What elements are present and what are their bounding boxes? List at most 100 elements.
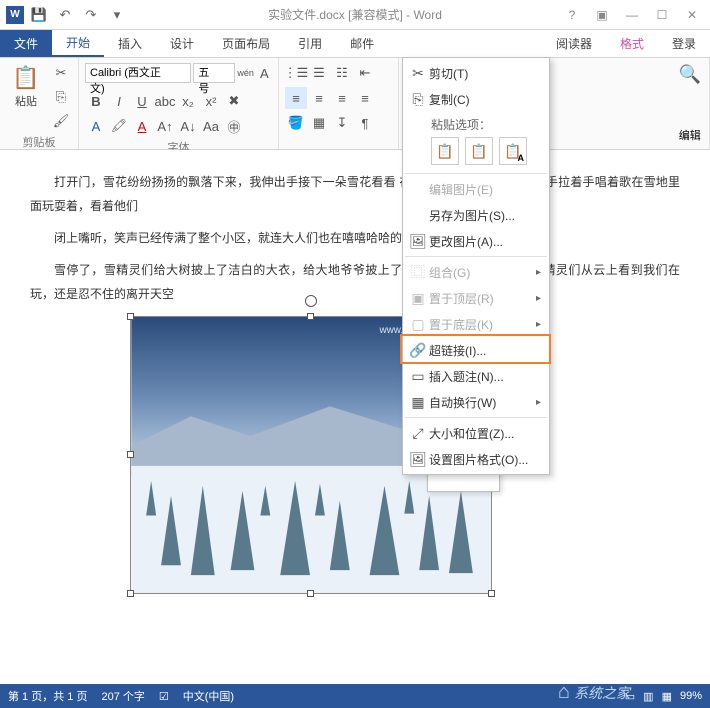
clear-formatting-button[interactable]: ✖ (223, 90, 245, 112)
close-button[interactable]: ✕ (680, 4, 704, 26)
copy-button[interactable]: ⎘ (50, 86, 72, 108)
tab-home[interactable]: 开始 (52, 30, 104, 57)
find-icon[interactable]: 🔍 (679, 64, 701, 85)
page-indicator[interactable]: 第 1 页，共 1 页 (8, 688, 87, 704)
undo-button[interactable]: ↶ (54, 4, 76, 26)
menu-hyperlink[interactable]: 🔗超链接(I)... (403, 337, 549, 363)
cut-button[interactable]: ✂ (50, 62, 72, 84)
menu-edit-picture: 编辑图片(E) (403, 176, 549, 202)
justify-button[interactable]: ≡ (354, 87, 376, 109)
menu-insert-caption[interactable]: ▭插入题注(N)... (403, 363, 549, 389)
align-center-button[interactable]: ≡ (308, 87, 330, 109)
tab-design[interactable]: 设计 (156, 30, 208, 57)
window-title: 实验文件.docx [兼容模式] - Word (268, 6, 442, 23)
word-count[interactable]: 207 个字 (101, 688, 144, 704)
menu-send-to-back: ▢置于底层(K)▸ (403, 311, 549, 337)
document-area[interactable]: 打开门，雪花纷纷扬扬的飘落下来，我伸出手接下一朵雪花看看 在我的手掌之中。小孩子… (0, 150, 710, 684)
menu-size-position[interactable]: ⤢大小和位置(Z)... (403, 420, 549, 446)
paste-icon: 📋 (12, 65, 39, 91)
caption-icon: ▭ (407, 368, 429, 385)
zoom-level[interactable]: 99% (680, 690, 702, 702)
font-color-button[interactable]: A (131, 115, 153, 137)
paste-options-label: 粘贴选项： (403, 112, 549, 135)
paragraph: 闭上嘴听，笑声已经传满了整个小区，就连大人们也在嘻嘻哈哈的 (30, 226, 680, 250)
language-indicator[interactable]: 中文(中国) (183, 688, 234, 704)
copy-icon: ⎘ (407, 91, 429, 108)
maximize-button[interactable]: ☐ (650, 4, 674, 26)
menu-change-picture[interactable]: 🖼更改图片(A)... (403, 228, 549, 254)
paste-button[interactable]: 📋 粘贴 (6, 62, 46, 112)
resize-handle-se[interactable] (488, 590, 495, 597)
rotate-handle[interactable] (305, 295, 317, 307)
subscript-button[interactable]: x₂ (177, 90, 199, 112)
app-icon: W (6, 6, 24, 24)
menu-wrap-text[interactable]: ▦自动换行(W)▸ (403, 389, 549, 415)
tab-layout[interactable]: 页面布局 (208, 30, 284, 57)
tab-reader[interactable]: 阅读器 (542, 30, 606, 57)
format-icon: 🖼 (407, 451, 429, 468)
phonetic-guide-button[interactable]: A (257, 62, 272, 84)
paste-option-text-only[interactable]: A (499, 137, 527, 165)
paragraph: 雪停了，雪精灵们给大树披上了洁白的大衣，给大地爷爷披上了一 了雪白的美丽极了！雪… (30, 258, 680, 306)
bring-front-icon: ▣ (407, 290, 429, 307)
paste-option-picture[interactable] (465, 137, 493, 165)
numbering-button[interactable]: ☰ (308, 62, 330, 84)
document-body: 打开门，雪花纷纷扬扬的飘落下来，我伸出手接下一朵雪花看看 在我的手掌之中。小孩子… (30, 170, 680, 306)
sort-button[interactable]: ↧ (331, 112, 353, 134)
tab-format[interactable]: 格式 (606, 30, 658, 57)
font-name-select[interactable]: Calibri (西文正文) (85, 63, 191, 83)
format-painter-button[interactable]: 🖌 (50, 110, 72, 132)
multilevel-button[interactable]: ☷ (331, 62, 353, 84)
grow-font-button[interactable]: A↑ (154, 115, 176, 137)
align-left-button[interactable]: ≡ (285, 87, 307, 109)
menu-save-as-picture[interactable]: 另存为图片(S)... (403, 202, 549, 228)
shading-button[interactable]: 🪣 (285, 112, 307, 134)
change-case-button[interactable]: Aa (200, 115, 222, 137)
help-button[interactable]: ? (560, 4, 584, 26)
italic-button[interactable]: I (108, 90, 130, 112)
shrink-font-button[interactable]: A↓ (177, 115, 199, 137)
highlight-button[interactable]: 🖍 (108, 115, 130, 137)
qat-customize[interactable]: ▾ (106, 4, 128, 26)
resize-handle-nw[interactable] (127, 313, 134, 320)
resize-handle-s[interactable] (307, 590, 314, 597)
show-marks-button[interactable]: ¶ (354, 112, 376, 134)
web-layout-button[interactable]: ▦ (662, 690, 672, 703)
wen-button[interactable]: wén (237, 62, 255, 84)
ribbon-options-button[interactable]: ▣ (590, 4, 614, 26)
resize-handle-n[interactable] (307, 313, 314, 320)
group-clipboard: 📋 粘贴 ✂ ⎘ 🖌 剪贴板 (0, 58, 79, 149)
send-back-icon: ▢ (407, 316, 429, 333)
align-right-button[interactable]: ≡ (331, 87, 353, 109)
ribbon: 📋 粘贴 ✂ ⎘ 🖌 剪贴板 Calibri (西文正文) 五号 wén A B… (0, 58, 710, 150)
context-menu: ✂剪切(T) ⎘复制(C) 粘贴选项： A 编辑图片(E) 另存为图片(S)..… (402, 57, 550, 475)
resize-handle-w[interactable] (127, 451, 134, 458)
group-font: Calibri (西文正文) 五号 wén A B I U abc x₂ x² … (79, 58, 279, 149)
spell-check-icon[interactable]: ☑ (159, 690, 169, 703)
enclose-char-button[interactable]: ㊥ (223, 115, 245, 137)
tab-insert[interactable]: 插入 (104, 30, 156, 57)
menu-cut[interactable]: ✂剪切(T) (403, 60, 549, 86)
decrease-indent-button[interactable]: ⇤ (354, 62, 376, 84)
borders-button[interactable]: ▦ (308, 112, 330, 134)
tab-file[interactable]: 文件 (0, 30, 52, 57)
menu-format-picture[interactable]: 🖼设置图片格式(O)... (403, 446, 549, 472)
tab-references[interactable]: 引用 (284, 30, 336, 57)
print-layout-button[interactable]: ▥ (643, 690, 653, 703)
menu-bring-to-front: ▣置于顶层(R)▸ (403, 285, 549, 311)
group-paragraph: ⋮☰ ☰ ☷ ⇤ ≡ ≡ ≡ ≡ 🪣 ▦ ↧ ¶ (279, 58, 399, 149)
text-effects-button[interactable]: A (85, 115, 107, 137)
paste-option-keep-formatting[interactable] (431, 137, 459, 165)
resize-handle-sw[interactable] (127, 590, 134, 597)
redo-button[interactable]: ↷ (80, 4, 102, 26)
save-button[interactable]: 💾 (28, 4, 50, 26)
underline-button[interactable]: U (131, 90, 153, 112)
font-size-select[interactable]: 五号 (193, 63, 234, 83)
menu-copy[interactable]: ⎘复制(C) (403, 86, 549, 112)
tab-login[interactable]: 登录 (658, 30, 710, 57)
minimize-button[interactable]: — (620, 4, 644, 26)
wrap-icon: ▦ (407, 394, 429, 411)
strikethrough-button[interactable]: abc (154, 90, 176, 112)
tab-mailings[interactable]: 邮件 (336, 30, 388, 57)
bullets-button[interactable]: ⋮☰ (285, 62, 307, 84)
